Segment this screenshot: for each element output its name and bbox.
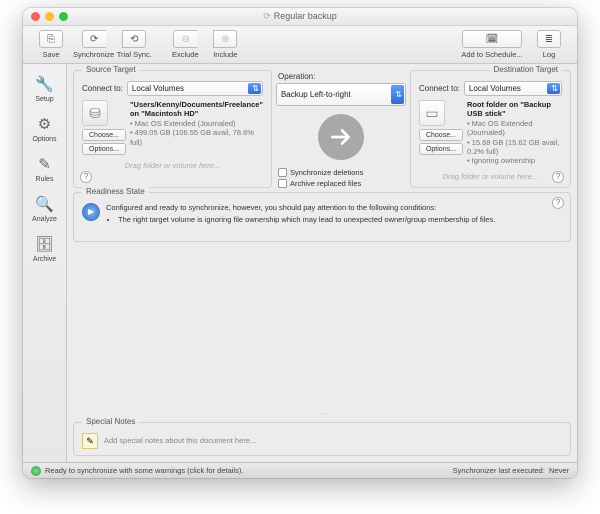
- include-exclude-segment: ⊖ Exclude ⊕ Include: [165, 30, 245, 59]
- sidebar-item-archive[interactable]: 🗄 Archive: [23, 228, 66, 268]
- dest-drop-hint: Drag folder or volume here...: [419, 172, 562, 181]
- operation-select[interactable]: Backup Left-to-right: [276, 83, 406, 106]
- gear-icon: ⚙: [34, 113, 56, 135]
- wrench-icon: 🔧: [34, 73, 56, 95]
- dest-connect-select[interactable]: Local Volumes: [464, 81, 562, 96]
- include-icon: ⊕: [213, 30, 237, 48]
- operation-column: Operation: Backup Left-to-right Synchron…: [276, 70, 406, 188]
- sidebar-item-rules[interactable]: ✎ Rules: [23, 148, 66, 188]
- include-button[interactable]: ⊕ Include: [205, 30, 245, 59]
- archive-icon: 🗄: [34, 233, 56, 255]
- status-icon: [31, 466, 41, 476]
- trial-icon: ⟲: [122, 30, 146, 48]
- zoom-window-button[interactable]: [59, 12, 68, 21]
- dest-options-button[interactable]: Options...: [419, 143, 463, 155]
- sidebar-item-analyze[interactable]: 🔍 Analyze: [23, 188, 66, 228]
- schedule-icon: 🗓: [462, 30, 522, 48]
- exclude-button[interactable]: ⊖ Exclude: [165, 30, 205, 59]
- source-target-group: Source Target Connect to: Local Volumes …: [73, 70, 272, 188]
- readiness-label: Readiness State: [82, 187, 149, 196]
- pencil-icon: ✎: [34, 153, 56, 175]
- save-icon: ⎘: [39, 30, 63, 48]
- dest-help-button[interactable]: ?: [552, 171, 564, 183]
- archive-replaced-checkbox[interactable]: Archive replaced files: [278, 179, 404, 188]
- notes-label: Special Notes: [82, 417, 139, 426]
- readiness-group: Readiness State ? Configured and ready t…: [73, 192, 571, 242]
- dest-connect-label: Connect to:: [419, 84, 460, 93]
- sync-segment: ⟳ Synchronize ⟲ Trial Sync.: [73, 30, 154, 59]
- body: 🔧 Setup ⚙ Options ✎ Rules 🔍 Analyze 🗄 Ar…: [23, 64, 577, 462]
- targets-row: Source Target Connect to: Local Volumes …: [73, 70, 571, 188]
- source-connect-select[interactable]: Local Volumes: [127, 81, 263, 96]
- log-icon: ≣: [537, 30, 561, 48]
- source-options-button[interactable]: Options...: [82, 143, 126, 155]
- status-left[interactable]: Ready to synchronize with some warnings …: [31, 466, 243, 476]
- status-bar: Ready to synchronize with some warnings …: [23, 462, 577, 478]
- window-title: Regular backup: [23, 11, 577, 22]
- external-drive-icon: ▭: [419, 100, 445, 126]
- main-pane: Source Target Connect to: Local Volumes …: [67, 64, 577, 462]
- sidebar-item-options[interactable]: ⚙ Options: [23, 108, 66, 148]
- source-drop-hint: Drag folder or volume here...: [82, 161, 263, 170]
- app-window: Regular backup ⎘ Save ⟳ Synchronize ⟲ Tr…: [23, 8, 577, 478]
- notes-group: Special Notes ✎ Add special notes about …: [73, 422, 571, 456]
- trial-sync-button[interactable]: ⟲ Trial Sync.: [114, 30, 154, 59]
- dest-choose-button[interactable]: Choose...: [419, 129, 463, 141]
- close-window-button[interactable]: [31, 12, 40, 21]
- sidebar: 🔧 Setup ⚙ Options ✎ Rules 🔍 Analyze 🗄 Ar…: [23, 64, 67, 462]
- window-controls: [31, 12, 68, 21]
- readiness-text: Configured and ready to synchronize, how…: [106, 203, 495, 226]
- toolbar: ⎘ Save ⟳ Synchronize ⟲ Trial Sync. ⊖ Exc…: [23, 26, 577, 64]
- hdd-icon: ⛁: [82, 100, 108, 126]
- magnify-icon: 🔍: [34, 193, 56, 215]
- notes-icon: ✎: [82, 433, 98, 449]
- readiness-icon: [82, 203, 100, 221]
- dest-group-label: Destination Target: [490, 65, 562, 74]
- sync-icon: ⟳: [82, 30, 106, 48]
- source-connect-label: Connect to:: [82, 84, 123, 93]
- split-handle[interactable]: [73, 246, 571, 418]
- notes-field[interactable]: Add special notes about this document he…: [104, 436, 256, 445]
- sync-deletions-checkbox[interactable]: Synchronize deletions: [278, 168, 404, 177]
- readiness-help-button[interactable]: ?: [552, 197, 564, 209]
- minimize-window-button[interactable]: [45, 12, 54, 21]
- source-choose-button[interactable]: Choose...: [82, 129, 126, 141]
- save-button[interactable]: ⎘ Save: [31, 30, 71, 59]
- log-button[interactable]: ≣ Log: [529, 30, 569, 59]
- status-right: Synchronizer last executed: Never: [453, 466, 569, 475]
- destination-target-group: Destination Target Connect to: Local Vol…: [410, 70, 571, 188]
- add-to-schedule-button[interactable]: 🗓 Add to Schedule...: [457, 30, 527, 59]
- synchronize-button[interactable]: ⟳ Synchronize: [73, 30, 114, 59]
- exclude-icon: ⊖: [173, 30, 197, 48]
- direction-arrow-icon: [318, 114, 364, 160]
- dest-info: Root folder on "Backup USB stick" • Mac …: [467, 100, 562, 166]
- source-help-button[interactable]: ?: [80, 171, 92, 183]
- sidebar-item-setup[interactable]: 🔧 Setup: [23, 68, 66, 108]
- source-group-label: Source Target: [82, 65, 140, 74]
- titlebar: Regular backup: [23, 8, 577, 26]
- source-info: "Users/Kenny/Documents/Freelance" on "Ma…: [130, 100, 263, 155]
- operation-label: Operation:: [278, 72, 406, 81]
